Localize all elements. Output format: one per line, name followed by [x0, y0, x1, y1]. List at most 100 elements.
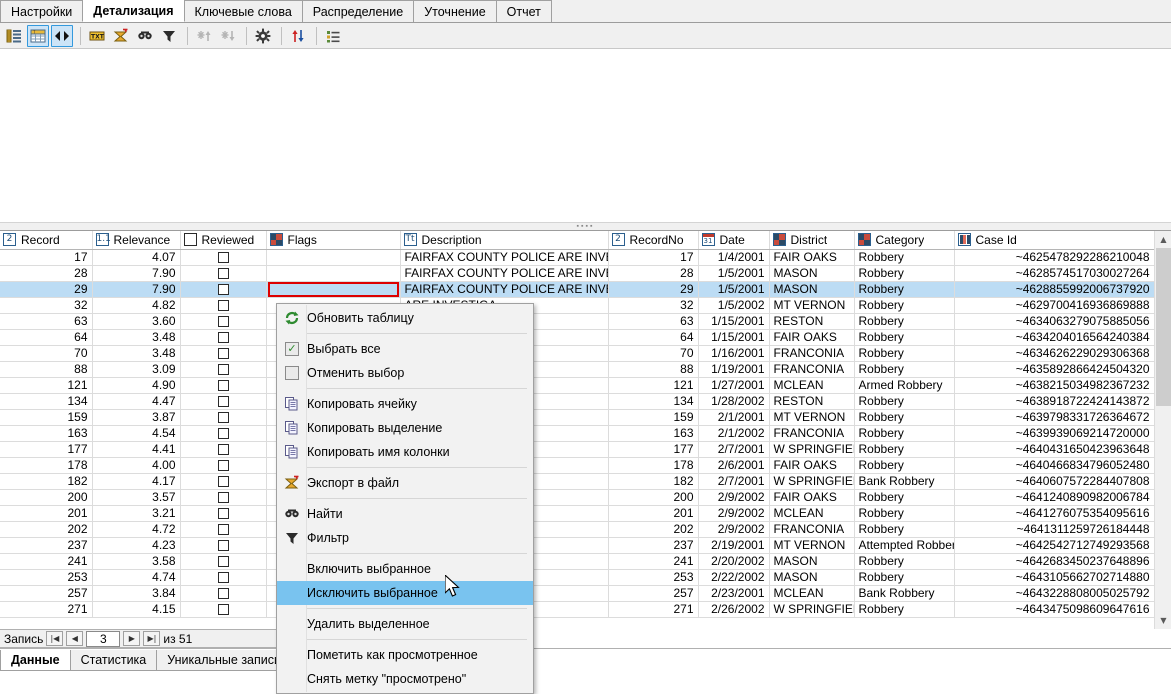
- cell-flags[interactable]: [266, 249, 401, 266]
- cell-record[interactable]: 237: [0, 537, 93, 554]
- cell-category[interactable]: Robbery: [854, 457, 955, 474]
- cell-category[interactable]: Robbery: [854, 505, 955, 522]
- bottom-tab-1[interactable]: Статистика: [69, 650, 158, 671]
- cell-relevance[interactable]: 4.00: [92, 457, 181, 474]
- export-icon[interactable]: [110, 25, 132, 47]
- table-row[interactable]: 703.48ARE INVESTIGA701/16/2001FRANCONIAR…: [0, 345, 1155, 362]
- tab-5[interactable]: Отчет: [495, 0, 552, 22]
- cell-reviewed[interactable]: [180, 457, 267, 474]
- cell-relevance[interactable]: 4.47: [92, 393, 181, 410]
- cell-district[interactable]: W SPRINGFIELD: [769, 473, 855, 490]
- cell-reviewed[interactable]: [180, 601, 267, 618]
- cell-relevance[interactable]: 4.82: [92, 297, 181, 314]
- cell-caseid[interactable]: ~4640466834796052480: [954, 457, 1155, 474]
- reviewed-checkbox[interactable]: [217, 508, 229, 520]
- cell-flags[interactable]: [266, 265, 401, 282]
- cell-record[interactable]: 63: [0, 313, 93, 330]
- cell-district[interactable]: MCLEAN: [769, 505, 855, 522]
- table-row[interactable]: 2024.72nvestigating a ro2022/9/2002FRANC…: [0, 521, 1155, 538]
- cell-caseid[interactable]: ~4638215034982367232: [954, 377, 1155, 394]
- cell-record[interactable]: 178: [0, 457, 93, 474]
- cell-date[interactable]: 1/15/2001: [698, 313, 770, 330]
- cell-caseid[interactable]: ~4640607572284407808: [954, 473, 1155, 490]
- reviewed-checkbox[interactable]: [217, 348, 229, 360]
- cell-date[interactable]: 2/7/2001: [698, 473, 770, 490]
- table-row[interactable]: 1214.90ARE INVESTIGA1211/27/2001MCLEANAr…: [0, 377, 1155, 394]
- cell-category[interactable]: Robbery: [854, 601, 955, 618]
- cell-record[interactable]: 88: [0, 361, 93, 378]
- cell-recordno[interactable]: 178: [608, 457, 699, 474]
- cell-record[interactable]: 177: [0, 441, 93, 458]
- cell-date[interactable]: 2/9/2002: [698, 489, 770, 506]
- cell-record[interactable]: 253: [0, 569, 93, 586]
- record-number-input[interactable]: 3: [86, 630, 121, 647]
- cell-district[interactable]: W SPRINGFIELD: [769, 441, 855, 458]
- cell-reviewed[interactable]: [180, 345, 267, 362]
- cell-relevance[interactable]: 4.41: [92, 441, 181, 458]
- scroll-up-icon[interactable]: ▲: [1155, 231, 1171, 248]
- cell-recordno[interactable]: 32: [608, 297, 699, 314]
- cell-category[interactable]: Bank Robbery: [854, 585, 955, 602]
- table-row[interactable]: 1593.87ARE INVESTIGA1592/1/2001MT VERNON…: [0, 409, 1155, 426]
- reviewed-checkbox[interactable]: [217, 332, 229, 344]
- cell-district[interactable]: MASON: [769, 281, 855, 298]
- cell-reviewed[interactable]: [180, 281, 267, 298]
- cell-caseid[interactable]: ~4634204016564240384: [954, 329, 1155, 346]
- cell-district[interactable]: FAIR OAKS: [769, 249, 855, 266]
- cell-reviewed[interactable]: [180, 377, 267, 394]
- cell-date[interactable]: 2/20/2002: [698, 553, 770, 570]
- cell-relevance[interactable]: 7.90: [92, 281, 181, 298]
- reviewed-checkbox[interactable]: [217, 492, 229, 504]
- reviewed-checkbox[interactable]: [217, 444, 229, 456]
- cell-record[interactable]: 28: [0, 265, 93, 282]
- cell-record[interactable]: 241: [0, 553, 93, 570]
- cell-caseid[interactable]: ~4634063279075885056: [954, 313, 1155, 330]
- cell-category[interactable]: Robbery: [854, 297, 955, 314]
- cell-date[interactable]: 1/4/2001: [698, 249, 770, 266]
- cell-record[interactable]: 271: [0, 601, 93, 618]
- column-header-caseid[interactable]: Case Id: [954, 231, 1155, 250]
- cell-district[interactable]: MT VERNON: [769, 537, 855, 554]
- cell-caseid[interactable]: ~4628574517030027264: [954, 265, 1155, 282]
- cell-district[interactable]: MASON: [769, 569, 855, 586]
- cell-district[interactable]: MCLEAN: [769, 585, 855, 602]
- cell-date[interactable]: 1/5/2001: [698, 281, 770, 298]
- pane-splitter[interactable]: ▪▪▪▪: [0, 222, 1171, 231]
- cell-record[interactable]: 29: [0, 281, 93, 298]
- cell-category[interactable]: Robbery: [854, 393, 955, 410]
- nav-prev-button[interactable]: ◀: [66, 631, 84, 646]
- cell-district[interactable]: MASON: [769, 553, 855, 570]
- cell-relevance[interactable]: 4.15: [92, 601, 181, 618]
- cell-relevance[interactable]: 3.21: [92, 505, 181, 522]
- data-grid[interactable]: 2 Record 1.1 Relevance Reviewed Flags Tt Descri…: [0, 231, 1171, 629]
- cell-relevance[interactable]: 3.48: [92, 345, 181, 362]
- table-row[interactable]: 2534.74nvestigating a ro2532/22/2002MASO…: [0, 569, 1155, 586]
- cell-district[interactable]: FRANCONIA: [769, 521, 855, 538]
- cell-recordno[interactable]: 70: [608, 345, 699, 362]
- cell-record[interactable]: 134: [0, 393, 93, 410]
- cell-record[interactable]: 17: [0, 249, 93, 266]
- cell-recordno[interactable]: 182: [608, 473, 699, 490]
- prev-mark-icon[interactable]: [193, 25, 215, 47]
- scrollbar-thumb[interactable]: [1156, 248, 1171, 406]
- cell-relevance[interactable]: 4.74: [92, 569, 181, 586]
- cell-recordno[interactable]: 241: [608, 553, 699, 570]
- cell-relevance[interactable]: 7.90: [92, 265, 181, 282]
- cell-recordno[interactable]: 121: [608, 377, 699, 394]
- cell-record[interactable]: 257: [0, 585, 93, 602]
- cell-relevance[interactable]: 3.48: [92, 329, 181, 346]
- cell-caseid[interactable]: ~4641276075354095616: [954, 505, 1155, 522]
- cell-record[interactable]: 200: [0, 489, 93, 506]
- table-row[interactable]: 1774.41ARE INVESTIGA1772/7/2001W SPRINGF…: [0, 441, 1155, 458]
- table-row[interactable]: 1784.00ARE INVESTIGA1782/6/2001FAIR OAKS…: [0, 457, 1155, 474]
- cell-category[interactable]: Robbery: [854, 569, 955, 586]
- grid-vertical-scrollbar[interactable]: ▲ ▼: [1154, 231, 1171, 629]
- cell-record[interactable]: 163: [0, 425, 93, 442]
- column-header-category[interactable]: Category: [854, 231, 955, 250]
- list-view-icon[interactable]: [3, 25, 25, 47]
- cell-date[interactable]: 2/1/2002: [698, 425, 770, 442]
- cell-category[interactable]: Armed Robbery: [854, 377, 955, 394]
- reviewed-checkbox[interactable]: [217, 396, 229, 408]
- cell-recordno[interactable]: 88: [608, 361, 699, 378]
- cell-relevance[interactable]: 4.23: [92, 537, 181, 554]
